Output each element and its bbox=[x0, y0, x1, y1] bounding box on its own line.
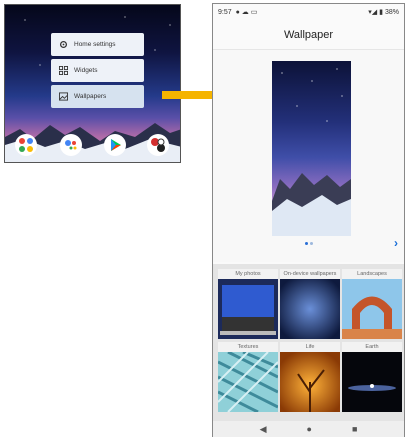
status-bar: 9:57 ● ☁ ▭ ▾◢ ▮ 38% bbox=[213, 4, 404, 20]
category-label: Landscapes bbox=[342, 269, 402, 279]
play-store-icon[interactable] bbox=[104, 134, 126, 156]
category-earth[interactable]: Earth bbox=[342, 342, 402, 417]
menu-item-label: Home settings bbox=[74, 41, 116, 48]
wallpaper-app-screen: 9:57 ● ☁ ▭ ▾◢ ▮ 38% Wallpaper › My photo… bbox=[212, 3, 405, 437]
long-press-menu: Home settings Widgets Wallpapers bbox=[51, 33, 144, 111]
menu-item-widgets[interactable]: Widgets bbox=[51, 59, 144, 82]
chevron-right-icon[interactable]: › bbox=[394, 236, 398, 250]
category-life[interactable]: Life bbox=[280, 342, 340, 417]
app-dock bbox=[5, 134, 180, 158]
category-label: Textures bbox=[218, 342, 278, 352]
menu-item-wallpapers[interactable]: Wallpapers bbox=[51, 85, 144, 108]
menu-item-home-settings[interactable]: Home settings bbox=[51, 33, 144, 56]
notification-icons: ● ☁ ▭ bbox=[235, 9, 258, 16]
menu-item-label: Wallpapers bbox=[74, 93, 107, 100]
signal-icons: ▾◢ bbox=[368, 9, 378, 16]
recents-icon[interactable]: ■ bbox=[352, 424, 357, 434]
status-time: 9:57 bbox=[218, 8, 232, 16]
landscapes-thumbnail bbox=[342, 279, 402, 339]
home-screen: Home settings Widgets Wallpapers bbox=[4, 4, 181, 163]
category-grid: My photos On-device wallpapers Landscape… bbox=[213, 264, 404, 437]
wallpaper-preview-area: › bbox=[213, 50, 404, 262]
gear-icon bbox=[58, 40, 68, 50]
category-landscapes[interactable]: Landscapes bbox=[342, 269, 402, 344]
my-photos-thumbnail bbox=[218, 279, 278, 339]
category-my-photos[interactable]: My photos bbox=[218, 269, 278, 344]
widgets-icon bbox=[58, 66, 68, 76]
current-wallpaper-preview[interactable] bbox=[272, 61, 351, 236]
google-apps-folder-icon[interactable] bbox=[15, 134, 37, 156]
system-nav-bar: ◀ ● ■ bbox=[213, 421, 404, 437]
other-apps-icon[interactable] bbox=[147, 134, 169, 156]
back-icon[interactable]: ◀ bbox=[260, 424, 267, 435]
battery-percent: 38% bbox=[384, 8, 399, 16]
category-label: Earth bbox=[342, 342, 402, 352]
wallpaper-icon bbox=[58, 92, 68, 102]
page-title: Wallpaper bbox=[283, 28, 334, 41]
home-icon[interactable]: ● bbox=[307, 424, 312, 434]
status-right: ▾◢ ▮ 38% bbox=[368, 8, 399, 17]
category-on-device[interactable]: On-device wallpapers bbox=[280, 269, 340, 344]
life-thumbnail bbox=[280, 352, 340, 412]
category-label: Life bbox=[280, 342, 340, 352]
app-bar: Wallpaper bbox=[213, 20, 404, 50]
assistant-icon[interactable] bbox=[60, 134, 82, 156]
category-textures[interactable]: Textures bbox=[217, 342, 279, 417]
page-indicator bbox=[305, 242, 313, 245]
menu-item-label: Widgets bbox=[74, 67, 98, 74]
battery-icon: ▮ bbox=[379, 9, 383, 16]
earth-thumbnail bbox=[342, 352, 402, 412]
textures-thumbnail bbox=[217, 350, 279, 414]
on-device-thumbnail bbox=[280, 279, 340, 339]
category-label: My photos bbox=[218, 269, 278, 279]
category-label: On-device wallpapers bbox=[280, 269, 340, 279]
